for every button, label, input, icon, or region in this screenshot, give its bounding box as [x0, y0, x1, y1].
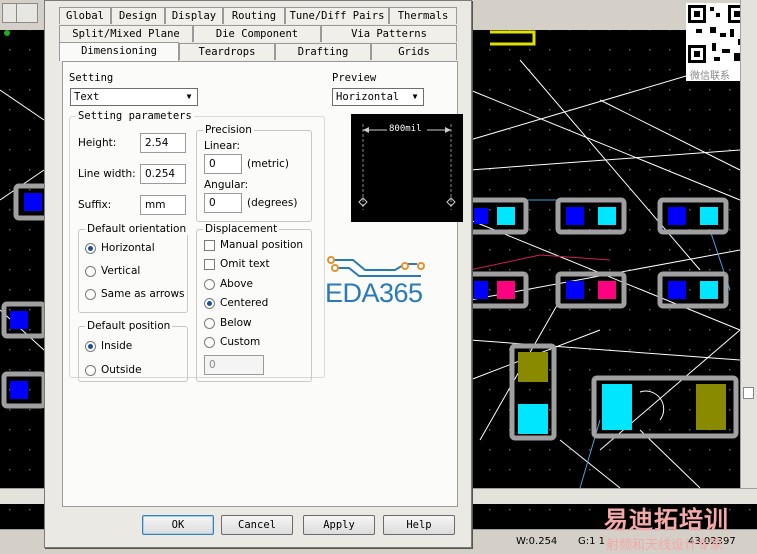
height-label: Height: [78, 137, 117, 149]
toolbar-button-2[interactable] [16, 3, 38, 23]
suffix-label: Suffix: [78, 199, 112, 211]
tab-display[interactable]: Display [165, 7, 223, 24]
tab-design[interactable]: Design [111, 7, 165, 24]
preview-label: Preview [332, 72, 377, 84]
setting-label: Setting [69, 72, 114, 84]
displacement-custom-radio[interactable] [204, 337, 215, 348]
displacement-above-label[interactable]: Above [220, 278, 253, 290]
displacement-title: Displacement [203, 223, 280, 235]
chevron-down-icon: ▼ [412, 92, 418, 101]
linear-label: Linear: [204, 140, 240, 152]
status-width: W:0.254 [516, 536, 558, 547]
default-orientation-title: Default orientation [85, 223, 189, 235]
orientation-vertical-label[interactable]: Vertical [101, 265, 140, 277]
status-grid: G:1 1 [578, 536, 606, 547]
setting-parameters-title: Setting parameters [76, 110, 194, 122]
default-position-title: Default position [85, 320, 173, 332]
displacement-below-radio[interactable] [204, 318, 215, 329]
displacement-centered-label[interactable]: Centered [220, 297, 268, 309]
options-dialog: Global Design Display Routing Tune/Diff … [44, 0, 472, 548]
angular-label: Angular: [204, 179, 249, 191]
cancel-button[interactable]: Cancel [221, 515, 293, 535]
tab-routing[interactable]: Routing [223, 7, 285, 24]
tab-tune-diff-pairs[interactable]: Tune/Diff Pairs [285, 7, 389, 24]
linear-unit: (metric) [247, 158, 290, 170]
setting-select-value: Text [74, 91, 100, 103]
displacement-above-radio[interactable] [204, 279, 215, 290]
orientation-horizontal-label[interactable]: Horizontal [101, 242, 155, 254]
scroll-thumb[interactable] [743, 387, 754, 399]
orientation-vertical-radio[interactable] [85, 266, 96, 277]
tab-dimensioning[interactable]: Dimensioning [59, 42, 179, 61]
logo-text: EDA365 [325, 278, 423, 308]
setting-select[interactable]: Text ▼ [70, 88, 198, 106]
tab-grids[interactable]: Grids [371, 43, 457, 60]
preview-select-value: Horizontal [336, 91, 400, 103]
tab-split-mixed-plane[interactable]: Split/Mixed Plane [59, 25, 193, 42]
orientation-same-as-arrows-radio[interactable] [85, 289, 96, 300]
omit-text-checkbox[interactable] [204, 259, 215, 270]
tab-global[interactable]: Global [59, 7, 111, 24]
orientation-same-as-arrows-label[interactable]: Same as arrows [101, 288, 185, 300]
manual-position-label[interactable]: Manual position [220, 239, 303, 251]
tab-via-patterns[interactable]: Via Patterns [321, 25, 457, 42]
manual-position-checkbox[interactable] [204, 240, 215, 251]
suffix-input[interactable]: mm [140, 195, 186, 215]
displacement-below-label[interactable]: Below [220, 317, 252, 329]
preview-dimension-text: 800mil [389, 124, 422, 134]
precision-title: Precision [203, 124, 254, 136]
tab-thermals[interactable]: Thermals [389, 7, 457, 24]
tab-die-component[interactable]: Die Component [193, 25, 321, 42]
orientation-horizontal-radio[interactable] [85, 243, 96, 254]
linear-input[interactable]: 0 [204, 154, 242, 174]
dimensioning-panel: Setting Text ▼ Preview Horizontal ▼ 800m… [62, 61, 463, 507]
position-inside-radio[interactable] [85, 341, 96, 352]
height-input[interactable]: 2.54 [140, 133, 186, 153]
preview-select[interactable]: Horizontal ▼ [332, 88, 424, 106]
help-button[interactable]: Help [383, 515, 455, 535]
line-width-input[interactable]: 0.254 [140, 164, 186, 184]
displacement-centered-radio[interactable] [204, 298, 215, 309]
eda365-logo: EDA365 [325, 254, 445, 310]
qr-code: 微信联系 [686, 3, 748, 82]
tab-teardrops[interactable]: Teardrops [179, 43, 275, 60]
status-led-icon [4, 30, 10, 36]
angular-input[interactable]: 0 [204, 193, 242, 213]
displacement-custom-label[interactable]: Custom [220, 336, 260, 348]
angular-unit: (degrees) [247, 197, 298, 209]
watermark-subtitle: 射频和天线设计专家 [606, 538, 724, 553]
position-outside-label[interactable]: Outside [101, 364, 142, 376]
watermark-title: 易迪拓培训 [604, 506, 729, 534]
line-width-label: Line width: [78, 168, 136, 180]
qr-caption: 微信联系 [690, 71, 730, 82]
circuit-trace-icon [327, 256, 425, 277]
qr-code-icon [688, 5, 746, 63]
position-inside-label[interactable]: Inside [101, 340, 132, 352]
custom-offset-input[interactable]: 0 [204, 355, 264, 375]
position-outside-radio[interactable] [85, 365, 96, 376]
tab-drafting[interactable]: Drafting [275, 43, 371, 60]
dimension-preview: 800mil [351, 114, 463, 222]
ok-button[interactable]: OK [142, 515, 214, 535]
chevron-down-icon: ▼ [186, 92, 192, 101]
omit-text-label[interactable]: Omit text [220, 258, 270, 270]
vertical-scrollbar[interactable] [740, 0, 757, 492]
apply-button[interactable]: Apply [303, 515, 375, 535]
